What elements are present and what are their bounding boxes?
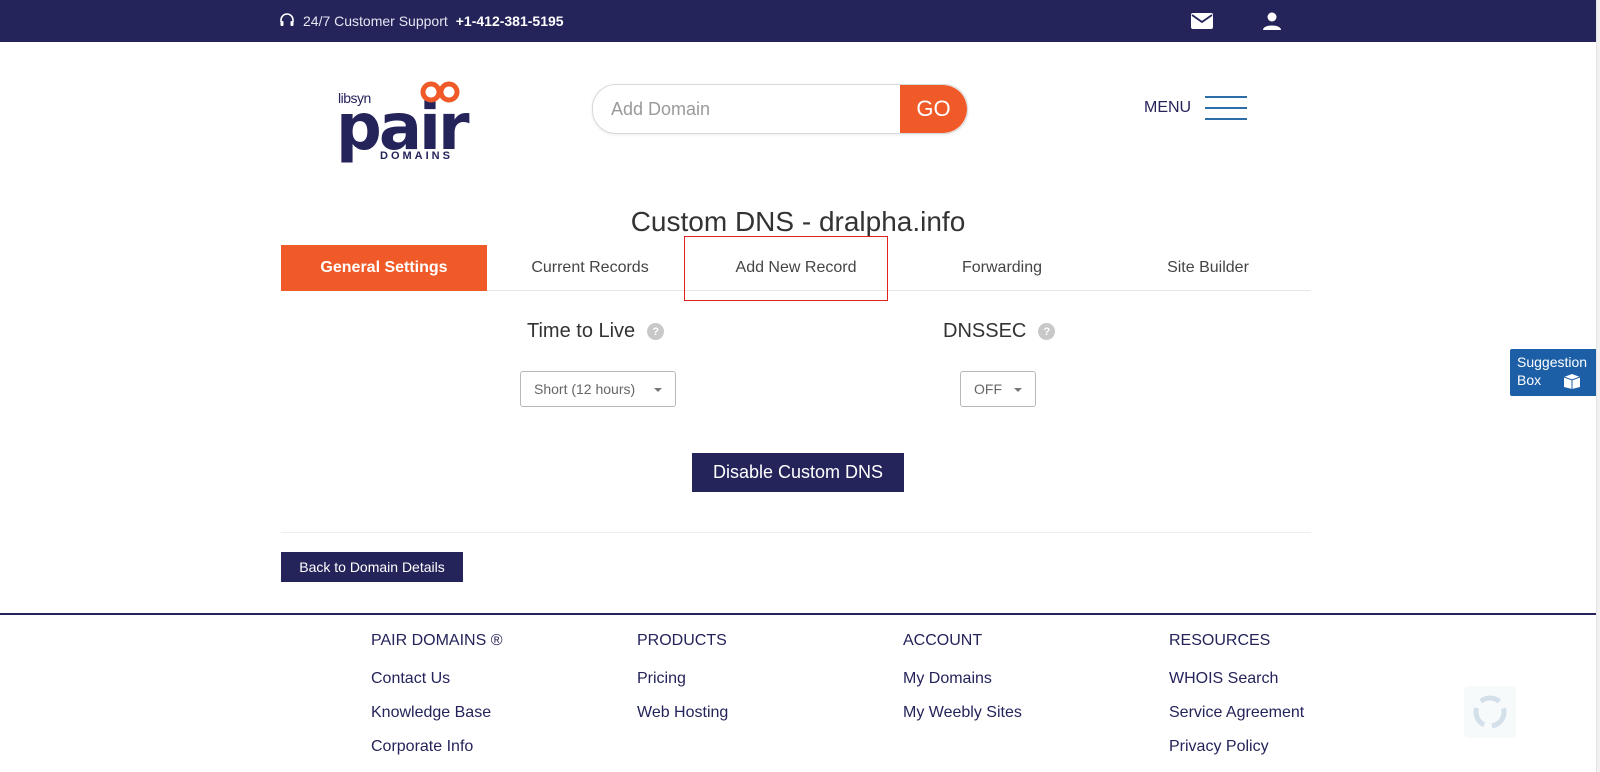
disable-custom-dns-button[interactable]: Disable Custom DNS — [692, 453, 904, 492]
footer-heading: RESOURCES — [1169, 632, 1271, 649]
chevron-down-icon — [654, 388, 662, 392]
footer-link-pricing[interactable]: Pricing — [637, 670, 728, 704]
footer-link-service-agreement[interactable]: Service Agreement — [1169, 704, 1304, 738]
back-to-domain-details-button[interactable]: Back to Domain Details — [281, 552, 463, 582]
recaptcha-icon — [1473, 695, 1507, 729]
section-divider — [281, 532, 1311, 533]
dns-tabs: General Settings Current Records Add New… — [281, 245, 1311, 291]
footer-heading: ACCOUNT — [903, 632, 983, 649]
main-menu[interactable]: MENU — [1144, 96, 1248, 120]
suggestion-box-widget[interactable]: Suggestion Box — [1510, 349, 1596, 396]
add-domain-search: GO — [592, 84, 968, 134]
dnssec-select[interactable]: OFF — [960, 371, 1036, 407]
footer-column-account: ACCOUNT My Domains My Weebly Sites — [903, 632, 1022, 738]
footer-column-resources: RESOURCES WHOIS Search Service Agreement… — [1169, 632, 1304, 772]
footer-heading: PRODUCTS — [637, 632, 727, 649]
menu-label[interactable]: MENU — [1144, 99, 1191, 117]
top-bar: 24/7 Customer Support +1-412-381-5195 — [0, 0, 1596, 42]
footer-heading: PAIR DOMAINS ® — [371, 632, 503, 649]
recaptcha-badge[interactable] — [1464, 686, 1516, 738]
user-icon[interactable] — [1260, 12, 1284, 30]
ttl-selected-value: Short (12 hours) — [534, 381, 636, 397]
dnssec-setting-label: DNSSEC ? — [943, 320, 1056, 343]
ttl-setting-label: Time to Live ? — [527, 320, 665, 343]
dnssec-selected-value: OFF — [974, 381, 1002, 397]
add-domain-input[interactable] — [611, 85, 881, 133]
footer-divider — [0, 613, 1596, 615]
tab-general-settings[interactable]: General Settings — [281, 245, 487, 291]
ttl-help-icon[interactable]: ? — [647, 323, 665, 340]
footer-link-my-weebly-sites[interactable]: My Weebly Sites — [903, 704, 1022, 738]
mail-icon[interactable] — [1190, 12, 1214, 30]
footer-link-knowledge-base[interactable]: Knowledge Base — [371, 704, 503, 738]
headset-icon — [280, 13, 294, 26]
tab-site-builder[interactable]: Site Builder — [1105, 245, 1311, 291]
tab-add-new-record[interactable]: Add New Record — [693, 245, 899, 291]
dnssec-label: DNSSEC — [943, 320, 1027, 342]
logo-domains-text: DOMAINS — [380, 150, 453, 162]
infinity-logo-icon — [420, 81, 460, 103]
footer-link-corporate-info[interactable]: Corporate Info — [371, 738, 503, 772]
dnssec-help-icon[interactable]: ? — [1038, 323, 1056, 340]
footer-column-pair-domains: PAIR DOMAINS ® Contact Us Knowledge Base… — [371, 632, 503, 772]
chevron-down-icon — [1014, 388, 1022, 392]
go-button[interactable]: GO — [900, 85, 967, 133]
box-icon — [1563, 374, 1581, 389]
footer-column-products: PRODUCTS Pricing Web Hosting — [637, 632, 728, 738]
suggestion-label: Suggestion — [1517, 354, 1588, 370]
hamburger-menu-icon[interactable] — [1205, 96, 1248, 120]
tab-current-records[interactable]: Current Records — [487, 245, 693, 291]
footer-link-whois-search[interactable]: WHOIS Search — [1169, 670, 1304, 704]
suggestion-box-label: Box — [1517, 372, 1542, 388]
page-title: Custom DNS - dralpha.info — [630, 206, 966, 237]
footer-link-my-domains[interactable]: My Domains — [903, 670, 1022, 704]
ttl-select[interactable]: Short (12 hours) — [520, 371, 676, 407]
scrollbar[interactable] — [1596, 0, 1600, 772]
pair-domains-logo[interactable]: libsyn pair DOMAINS — [336, 81, 469, 162]
footer-link-contact-us[interactable]: Contact Us — [371, 670, 503, 704]
customer-support: 24/7 Customer Support +1-412-381-5195 — [279, 13, 564, 29]
tab-forwarding[interactable]: Forwarding — [899, 245, 1105, 291]
footer-link-web-hosting[interactable]: Web Hosting — [637, 704, 728, 738]
ttl-label: Time to Live — [527, 320, 636, 342]
footer-link-privacy-policy[interactable]: Privacy Policy — [1169, 738, 1304, 772]
support-phone[interactable]: +1-412-381-5195 — [456, 13, 564, 29]
support-label: 24/7 Customer Support — [303, 13, 448, 29]
